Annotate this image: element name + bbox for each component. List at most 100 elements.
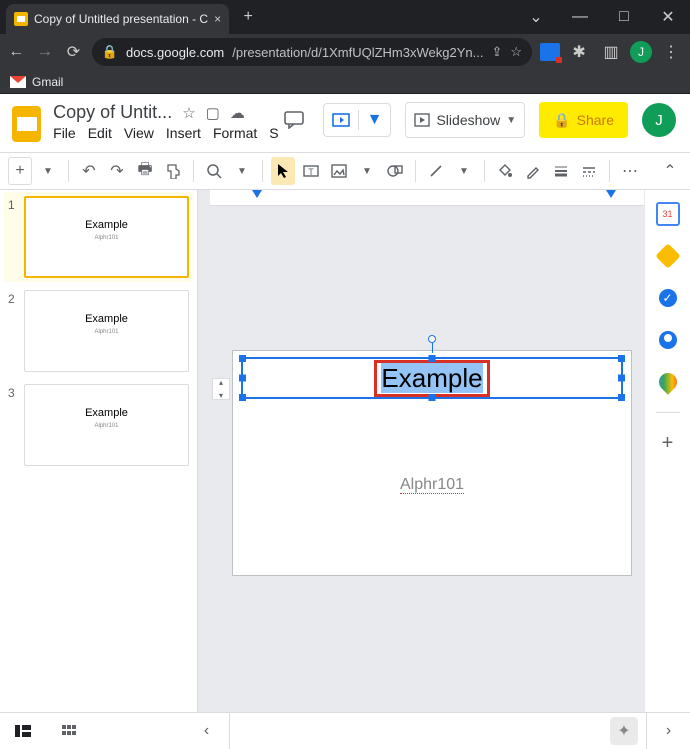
doc-title-row: Copy of Untit... ☆ ▢ ☁: [53, 102, 278, 123]
undo-button[interactable]: ↶: [77, 157, 101, 185]
move-icon[interactable]: ▢: [206, 104, 220, 122]
menu-file[interactable]: File: [53, 125, 76, 141]
print-button[interactable]: 🖶: [133, 157, 157, 185]
bookmark-gmail[interactable]: Gmail: [32, 75, 63, 89]
collapse-toolbar-button[interactable]: ⌃: [658, 157, 682, 185]
contacts-icon[interactable]: [656, 328, 680, 352]
resize-handle-tr[interactable]: [618, 355, 625, 362]
comment-icon: [284, 111, 304, 129]
browser-menu-icon[interactable]: ⋮: [658, 39, 684, 65]
rotation-handle[interactable]: [428, 335, 436, 343]
menu-insert[interactable]: Insert: [166, 125, 201, 141]
nav-forward-button: →: [35, 39, 56, 65]
title-textbox[interactable]: Example: [241, 357, 623, 399]
browser-titlebar: Copy of Untitled presentation - C × + ⌄ …: [0, 0, 690, 34]
tasks-icon[interactable]: ✓: [656, 286, 680, 310]
sidepanel-icon[interactable]: ▥: [598, 39, 624, 65]
browser-tab[interactable]: Copy of Untitled presentation - C ×: [6, 4, 229, 34]
menu-edit[interactable]: Edit: [88, 125, 112, 141]
tab-close-icon[interactable]: ×: [214, 12, 221, 26]
slide-thumb-2[interactable]: 2 Example Alphr101: [8, 290, 189, 372]
image-tool-button[interactable]: [327, 157, 351, 185]
window-maximize-button[interactable]: □: [602, 0, 646, 34]
zoom-button[interactable]: [202, 157, 226, 185]
new-slide-dropdown[interactable]: ▼: [36, 157, 60, 185]
line-dropdown[interactable]: ▼: [452, 157, 476, 185]
hide-sidepanel-button[interactable]: ›: [646, 713, 690, 749]
shape-tool-button[interactable]: [383, 157, 407, 185]
new-tab-button[interactable]: +: [235, 4, 261, 30]
window-minimize-button[interactable]: —: [558, 0, 602, 34]
border-color-button[interactable]: [521, 157, 545, 185]
collapse-filmstrip-button[interactable]: ‹: [184, 713, 230, 749]
share-button[interactable]: 🔒 Share: [539, 102, 628, 138]
sidepanel-divider: [656, 412, 680, 413]
redo-button[interactable]: ↷: [105, 157, 129, 185]
filmstrip[interactable]: 1 Example Alphr101 2 Example Alphr101 3 …: [0, 190, 198, 748]
subtitle-textbox[interactable]: Alphr101: [233, 476, 631, 494]
resize-handle-bl[interactable]: [239, 394, 246, 401]
image-dropdown[interactable]: ▼: [355, 157, 379, 185]
slide-thumb-1[interactable]: 1 Example Alphr101: [4, 192, 193, 282]
paint-format-button[interactable]: [161, 157, 185, 185]
window-close-button[interactable]: ✕: [646, 0, 690, 34]
grid-view-button[interactable]: [46, 713, 92, 749]
resize-handle-tm[interactable]: [429, 355, 436, 362]
profile-avatar[interactable]: J: [630, 41, 652, 63]
resize-handle-mr[interactable]: [618, 375, 625, 382]
resize-handle-ml[interactable]: [239, 375, 246, 382]
extension-icon[interactable]: [540, 43, 560, 61]
line-tool-button[interactable]: [424, 157, 448, 185]
address-bar[interactable]: 🔒 docs.google.com/presentation/d/1XmfUQl…: [92, 38, 532, 66]
tab-strip: Copy of Untitled presentation - C × +: [0, 0, 514, 34]
border-weight-button[interactable]: [549, 157, 573, 185]
menu-view[interactable]: View: [124, 125, 154, 141]
thumb-preview: Example Alphr101: [24, 290, 189, 372]
url-path: /presentation/d/1XmfUQlZHm3xWekg2Yn...: [232, 45, 483, 60]
account-avatar[interactable]: J: [642, 103, 676, 137]
nav-reload-button[interactable]: ⟳: [63, 39, 84, 65]
bookmark-star-icon[interactable]: ☆: [510, 44, 522, 60]
zoom-dropdown[interactable]: ▼: [230, 157, 254, 185]
textbox-tool-button[interactable]: T: [299, 157, 323, 185]
slide-thumb-3[interactable]: 3 Example Alphr101: [8, 384, 189, 466]
slide-canvas[interactable]: Example Alphr101: [232, 350, 632, 576]
menu-bar: File Edit View Insert Format S: [53, 123, 278, 141]
nav-back-button[interactable]: ←: [6, 39, 27, 65]
gmail-icon[interactable]: [10, 76, 26, 88]
resize-handle-tl[interactable]: [239, 355, 246, 362]
menu-format[interactable]: Format: [213, 125, 257, 141]
new-slide-button[interactable]: +: [8, 157, 32, 185]
cloud-saved-icon[interactable]: ☁: [230, 104, 245, 122]
slideshow-button[interactable]: Slideshow ▼: [405, 102, 525, 138]
resize-handle-bm[interactable]: [429, 394, 436, 401]
present-caret-icon: ▼: [359, 104, 391, 136]
fill-color-button[interactable]: [493, 157, 517, 185]
doc-title[interactable]: Copy of Untit...: [53, 102, 172, 123]
present-dropdown[interactable]: ▼: [323, 103, 392, 137]
slideshow-caret-icon: ▼: [506, 115, 516, 126]
star-icon[interactable]: ☆: [182, 104, 195, 122]
more-tools-button[interactable]: ⋯: [618, 157, 642, 185]
calendar-icon[interactable]: [656, 202, 680, 226]
keep-icon[interactable]: [656, 244, 680, 268]
get-addons-button[interactable]: +: [656, 431, 680, 455]
explore-button[interactable]: ✦: [610, 717, 638, 745]
fit-guide-control[interactable]: ▴▾: [212, 378, 230, 400]
canvas[interactable]: ▴▾ Example Alphr101: [198, 190, 644, 748]
resize-handle-br[interactable]: [618, 394, 625, 401]
share-label: Share: [577, 112, 614, 128]
share-url-icon[interactable]: ⇪: [491, 44, 502, 60]
maps-icon[interactable]: [656, 370, 680, 394]
border-dash-button[interactable]: [577, 157, 601, 185]
select-tool-button[interactable]: [271, 157, 295, 185]
menu-more[interactable]: S: [269, 125, 278, 141]
extensions-puzzle-icon[interactable]: ✱: [566, 39, 592, 65]
ruler-horizontal[interactable]: [210, 190, 644, 206]
play-icon: [414, 113, 430, 127]
title-text[interactable]: Example: [381, 363, 482, 393]
filmstrip-view-button[interactable]: [0, 713, 46, 749]
comments-button[interactable]: [279, 103, 309, 137]
slides-logo-icon[interactable]: [12, 106, 41, 142]
window-dropdown-icon[interactable]: ⌄: [514, 0, 558, 34]
